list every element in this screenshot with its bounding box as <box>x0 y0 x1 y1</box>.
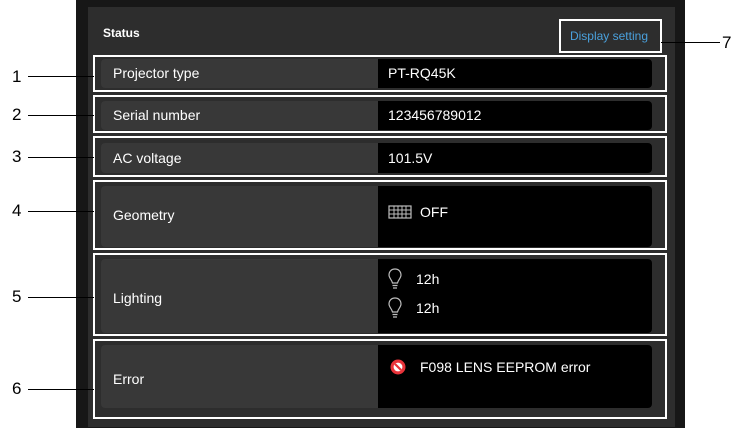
error-value: F098 LENS EEPROM error <box>420 359 591 375</box>
status-row-geometry: Geometry OFF <box>101 186 652 247</box>
callout-number-6: 6 <box>12 379 22 398</box>
status-row-serial-number: Serial number 123456789012 <box>101 101 652 130</box>
callout-number-7: 7 <box>722 33 732 52</box>
callout-number-5: 5 <box>12 287 22 306</box>
error-label: Error <box>113 371 145 387</box>
callout-leader-6 <box>28 389 94 390</box>
lighting-label: Lighting <box>113 290 163 306</box>
light-bulb-icon <box>388 268 402 290</box>
geometry-value: OFF <box>420 204 448 220</box>
light-bulb-icon <box>388 297 402 319</box>
callout-leader-4 <box>28 211 94 212</box>
status-row-error: Error F098 LENS EEPROM error <box>101 345 652 408</box>
ac-voltage-value: 101.5V <box>388 150 433 166</box>
geometry-status: OFF <box>388 204 448 220</box>
callout-leader-2 <box>28 115 94 116</box>
callout-number-2: 2 <box>12 105 22 124</box>
ac-voltage-label: AC voltage <box>113 150 182 166</box>
callout-number-3: 3 <box>12 147 22 166</box>
projector-type-value: PT-RQ45K <box>388 65 456 81</box>
status-row-projector-type: Projector type PT-RQ45K <box>101 59 652 88</box>
serial-number-label: Serial number <box>113 107 201 123</box>
callout-leader-5 <box>28 297 94 298</box>
status-row-lighting: Lighting 12h 12h <box>101 259 652 333</box>
projector-type-label: Projector type <box>113 65 200 81</box>
lighting-value-2: 12h <box>416 300 440 316</box>
display-setting-button[interactable]: Display setting <box>559 19 662 53</box>
geometry-grid-icon <box>388 204 412 220</box>
callout-leader-3 <box>28 157 94 158</box>
callout-leader-7 <box>661 42 720 43</box>
status-row-ac-voltage: AC voltage 101.5V <box>101 143 652 173</box>
callout-leader-1 <box>28 76 94 77</box>
serial-number-value: 123456789012 <box>388 107 482 123</box>
lighting-status-1: 12h <box>388 268 439 290</box>
callout-number-4: 4 <box>12 201 22 220</box>
error-status: F098 LENS EEPROM error <box>390 359 590 375</box>
lighting-status-2: 12h <box>388 297 439 319</box>
error-prohibited-icon <box>390 359 406 375</box>
callout-number-1: 1 <box>12 67 22 86</box>
value-background <box>378 345 652 408</box>
status-title: Status <box>103 26 140 40</box>
geometry-label: Geometry <box>113 207 175 223</box>
lighting-value-1: 12h <box>416 271 440 287</box>
